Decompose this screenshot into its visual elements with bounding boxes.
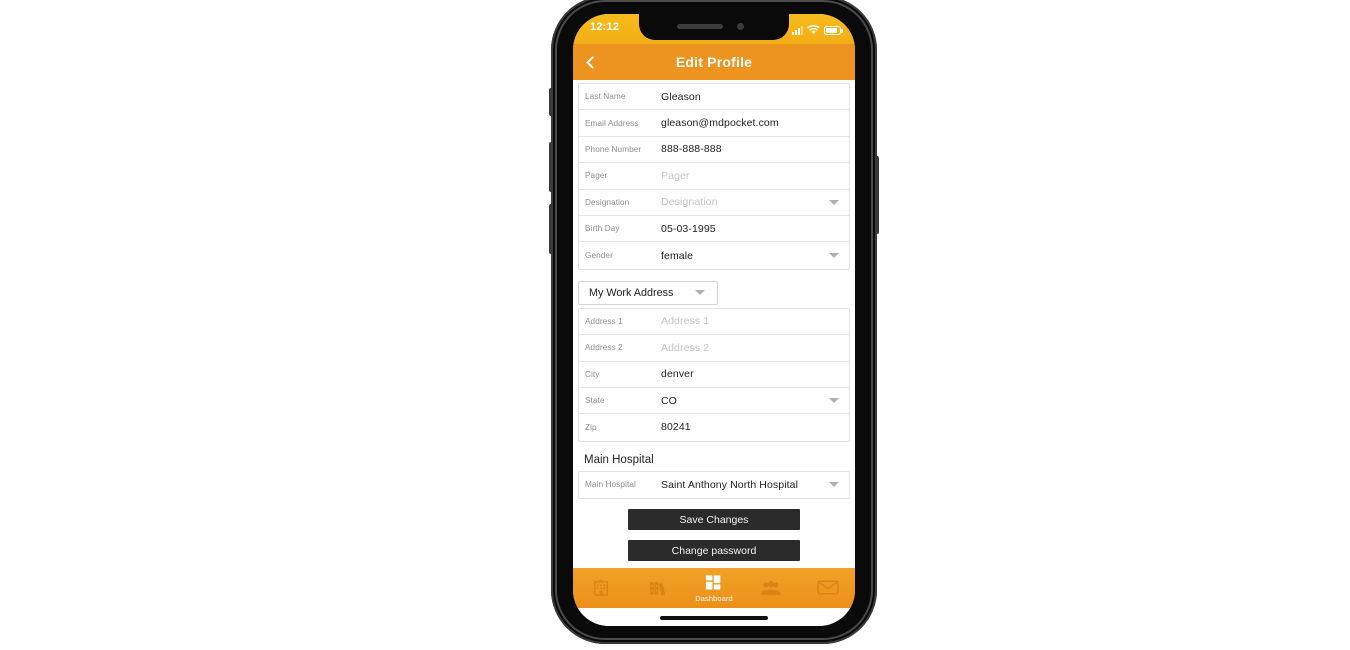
- tab-item-label: Dashboard: [695, 593, 733, 603]
- address-field-label: State: [585, 396, 605, 406]
- profile-field-row[interactable]: Pager Pager: [579, 163, 849, 190]
- profile-field-label: Last Name: [585, 92, 626, 102]
- address-field-value[interactable]: CO: [661, 395, 829, 407]
- people-group-icon: [760, 579, 782, 597]
- profile-field-label: Designation: [585, 197, 630, 207]
- profile-field-row[interactable]: Email Address gleason@mdpocket.com: [579, 110, 849, 137]
- status-bar: 12:12: [573, 14, 855, 44]
- profile-field-row[interactable]: Phone Number 888-888-888: [579, 137, 849, 164]
- main-hospital-field-value[interactable]: Saint Anthony North Hospital: [661, 479, 829, 491]
- dashboard-grid-icon: [704, 574, 724, 592]
- front-camera: [737, 23, 744, 30]
- volume-down-button[interactable]: [549, 204, 553, 254]
- address-field-row[interactable]: Zip 80241: [579, 414, 849, 440]
- status-bar-time: 12:12: [590, 21, 620, 33]
- address-field-label: Address 2: [585, 343, 623, 353]
- address-field-label: City: [585, 369, 600, 379]
- chevron-down-icon: [829, 199, 839, 205]
- tab-item-envelope-mail[interactable]: [799, 568, 855, 608]
- status-bar-indicators: [792, 23, 843, 35]
- main-hospital-group: Main Hospital Saint Anthony North Hospita…: [578, 470, 850, 500]
- bottom-tab-bar: Dashboard: [573, 568, 855, 608]
- address-field-label: Zip: [585, 422, 597, 432]
- profile-field-value[interactable]: Gleason: [661, 91, 843, 103]
- address-field-value[interactable]: Address 1: [661, 315, 843, 327]
- phone-device-frame: 12:12 Edit Profile Last Name Gleason Ema…: [549, 0, 879, 644]
- device-notch: [639, 14, 789, 40]
- profile-field-row[interactable]: Gender female: [579, 242, 849, 268]
- profile-field-value[interactable]: Pager: [661, 170, 843, 182]
- address-field-value[interactable]: 80241: [661, 421, 843, 433]
- screenshot-canvas: 12:12 Edit Profile Last Name Gleason Ema…: [0, 0, 1350, 650]
- power-button[interactable]: [875, 156, 879, 234]
- earpiece-speaker: [677, 24, 723, 29]
- chevron-down-icon: [829, 398, 839, 404]
- app-header-bar: Edit Profile: [573, 44, 855, 80]
- chevron-down-icon: [695, 290, 706, 296]
- page-title: Edit Profile: [675, 54, 753, 70]
- address-field-label: Address 1: [585, 316, 623, 326]
- profile-field-value[interactable]: female: [661, 250, 829, 262]
- change-password-button[interactable]: Change password: [628, 540, 800, 562]
- silent-switch-button[interactable]: [549, 88, 553, 116]
- tab-item-dashboard[interactable]: Dashboard: [686, 568, 742, 608]
- address-type-select-value: My Work Address: [589, 286, 674, 299]
- tab-item-people-group[interactable]: [742, 568, 798, 608]
- volume-up-button[interactable]: [549, 142, 553, 192]
- chevron-down-icon: [829, 482, 839, 488]
- profile-field-label: Gender: [585, 251, 613, 261]
- profile-fields-group: Last Name Gleason Email Address gleason@mdp…: [578, 83, 850, 270]
- address-type-select[interactable]: My Work Address: [578, 280, 719, 305]
- main-hospital-field-row[interactable]: Main Hospital Saint Anthony North Hospita…: [579, 472, 849, 498]
- address-fields-group: Address 1 Address 1 Address 2 Address 2 City…: [578, 307, 850, 442]
- profile-field-value[interactable]: 05-03-1995: [661, 223, 843, 235]
- profile-field-label: Email Address: [585, 118, 639, 128]
- profile-field-row[interactable]: Designation Designation: [579, 190, 849, 216]
- battery-icon: [824, 26, 843, 35]
- address-field-row[interactable]: City denver: [579, 362, 849, 388]
- wifi-icon: [807, 25, 820, 35]
- address-field-row[interactable]: Address 1 Address 1: [579, 309, 849, 336]
- address-field-row[interactable]: Address 2 Address 2: [579, 335, 849, 362]
- profile-field-value[interactable]: 888-888-888: [661, 143, 843, 155]
- signal-bars-icon: [792, 26, 803, 35]
- main-hospital-field-label: Main Hospital: [585, 480, 636, 490]
- hospital-building-icon: [591, 579, 611, 597]
- phone-screen: 12:12 Edit Profile Last Name Gleason Ema…: [573, 14, 855, 626]
- chevron-down-icon: [829, 253, 839, 259]
- address-field-value[interactable]: denver: [661, 368, 843, 380]
- profile-field-label: Birth Day: [585, 224, 620, 234]
- tab-item-books[interactable]: [629, 568, 685, 608]
- books-icon: [648, 579, 668, 597]
- address-field-row[interactable]: State CO: [579, 388, 849, 415]
- profile-field-label: Pager: [585, 171, 608, 181]
- envelope-mail-icon: [817, 579, 839, 597]
- profile-field-row[interactable]: Birth Day 05-03-1995: [579, 216, 849, 243]
- home-indicator-area: [573, 608, 855, 626]
- tab-item-hospital-building[interactable]: [573, 568, 629, 608]
- save-changes-button[interactable]: Save Changes: [628, 509, 800, 531]
- profile-field-label: Phone Number: [585, 144, 642, 154]
- home-indicator[interactable]: [660, 616, 768, 620]
- address-field-value[interactable]: Address 2: [661, 342, 843, 354]
- profile-field-row[interactable]: Last Name Gleason: [579, 84, 849, 111]
- back-chevron-icon[interactable]: [581, 52, 601, 72]
- profile-field-value[interactable]: gleason@mdpocket.com: [661, 117, 843, 129]
- main-hospital-section-title: Main Hospital: [584, 453, 654, 466]
- profile-form-content: Last Name Gleason Email Address gleason@mdp…: [573, 80, 855, 586]
- profile-field-value[interactable]: Designation: [661, 196, 829, 208]
